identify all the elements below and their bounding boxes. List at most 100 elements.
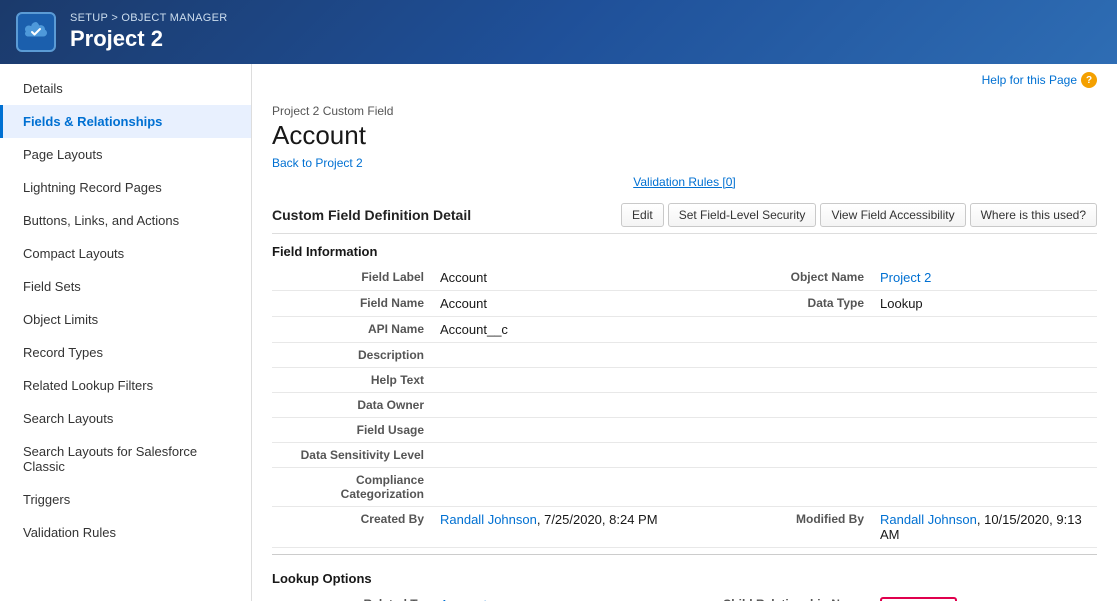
field-value-cell (872, 368, 1097, 393)
field-value-cell: Account (432, 592, 712, 601)
app-header: SETUP > OBJECT MANAGER Project 2 (0, 0, 1117, 64)
sidebar-item-label: Field Sets (23, 279, 81, 294)
validation-rules-row: Validation Rules [0] (272, 170, 1097, 197)
field-value-cell: Account__c (432, 317, 712, 343)
set-security-button[interactable]: Set Field-Level Security (668, 203, 817, 227)
edit-button[interactable]: Edit (621, 203, 664, 227)
sidebar-item-triggers[interactable]: Triggers (0, 483, 251, 516)
sidebar-item-label: Page Layouts (23, 147, 103, 162)
field-label-cell (712, 317, 872, 343)
content-inner: Project 2 Custom Field Account Back to P… (252, 92, 1117, 601)
where-used-button[interactable]: Where is this used? (970, 203, 1097, 227)
sidebar-item-label: Lightning Record Pages (23, 180, 162, 195)
field-value-cell (872, 468, 1097, 507)
sidebar-item-page-layouts[interactable]: Page Layouts (0, 138, 251, 171)
table-row: Field Name Account Data Type Lookup (272, 291, 1097, 317)
field-value-cell: Project 2 (872, 265, 1097, 291)
field-value-cell: Projects_1 (872, 592, 1097, 601)
field-value-cell (872, 393, 1097, 418)
field-label-cell: Compliance Categorization (272, 468, 432, 507)
field-value-cell: Account (432, 265, 712, 291)
field-label-cell (712, 393, 872, 418)
field-value-cell (432, 343, 712, 368)
app-title: Project 2 (70, 26, 227, 52)
field-value-cell: Lookup (872, 291, 1097, 317)
sidebar-item-label: Validation Rules (23, 525, 116, 540)
table-row: Data Sensitivity Level (272, 443, 1097, 468)
header-text-block: SETUP > OBJECT MANAGER Project 2 (70, 12, 227, 52)
field-label-cell: Child Relationship Name (712, 592, 872, 601)
sidebar-item-label: Fields & Relationships (23, 114, 162, 129)
sidebar-item-fields-relationships[interactable]: Fields & Relationships (0, 105, 251, 138)
table-row: Related To Account Child Relationship Na… (272, 592, 1097, 601)
sidebar-item-label: Details (23, 81, 63, 96)
table-row: Description (272, 343, 1097, 368)
sidebar-item-details[interactable]: Details (0, 72, 251, 105)
app-logo (16, 12, 56, 52)
field-value-cell (432, 443, 712, 468)
sidebar-item-related-lookup-filters[interactable]: Related Lookup Filters (0, 369, 251, 402)
sidebar-item-validation-rules[interactable]: Validation Rules (0, 516, 251, 549)
sidebar-item-search-layouts[interactable]: Search Layouts (0, 402, 251, 435)
sidebar-item-lightning-record-pages[interactable]: Lightning Record Pages (0, 171, 251, 204)
sidebar-item-label: Object Limits (23, 312, 98, 327)
field-value-cell (432, 393, 712, 418)
field-information-table: Field Label Account Object Name Project … (272, 265, 1097, 548)
modified-by-link[interactable]: Randall Johnson (880, 512, 977, 527)
table-row: API Name Account__c (272, 317, 1097, 343)
field-information-title: Field Information (272, 234, 1097, 265)
lookup-options-title: Lookup Options (272, 561, 1097, 592)
main-layout: Details Fields & Relationships Page Layo… (0, 64, 1117, 601)
page-subtitle: Project 2 Custom Field (272, 104, 1097, 118)
field-label-cell: Data Sensitivity Level (272, 443, 432, 468)
field-value-cell (872, 317, 1097, 343)
field-value-cell (872, 418, 1097, 443)
field-label-cell: Help Text (272, 368, 432, 393)
section-header-title: Custom Field Definition Detail (272, 207, 471, 223)
sidebar-item-label: Compact Layouts (23, 246, 124, 261)
field-label-cell (712, 443, 872, 468)
related-to-link[interactable]: Account (440, 597, 487, 601)
field-label-cell (712, 418, 872, 443)
validation-rules-link[interactable]: Validation Rules [0] (633, 175, 736, 189)
field-label-cell: Field Usage (272, 418, 432, 443)
sidebar-item-record-types[interactable]: Record Types (0, 336, 251, 369)
field-label-cell: Description (272, 343, 432, 368)
field-label-cell: Modified By (712, 507, 872, 548)
sidebar-item-label: Related Lookup Filters (23, 378, 153, 393)
sidebar-item-label: Buttons, Links, and Actions (23, 213, 179, 228)
view-accessibility-button[interactable]: View Field Accessibility (820, 203, 965, 227)
field-label-cell: Created By (272, 507, 432, 548)
field-value-cell (872, 443, 1097, 468)
table-row: Data Owner (272, 393, 1097, 418)
field-label-cell: Object Name (712, 265, 872, 291)
sidebar-item-label: Record Types (23, 345, 103, 360)
field-value-cell (872, 343, 1097, 368)
sidebar-item-label: Search Layouts for Salesforce Classic (23, 444, 231, 474)
content-area: Help for this Page ? Project 2 Custom Fi… (252, 64, 1117, 601)
sidebar-item-object-limits[interactable]: Object Limits (0, 303, 251, 336)
object-name-link[interactable]: Project 2 (880, 270, 931, 285)
field-label-cell: Field Name (272, 291, 432, 317)
field-label-cell: Data Owner (272, 393, 432, 418)
sidebar-item-compact-layouts[interactable]: Compact Layouts (0, 237, 251, 270)
sidebar-item-search-layouts-classic[interactable]: Search Layouts for Salesforce Classic (0, 435, 251, 483)
table-row: Compliance Categorization (272, 468, 1097, 507)
help-link[interactable]: Help for this Page (982, 73, 1077, 87)
help-icon[interactable]: ? (1081, 72, 1097, 88)
table-row: Field Usage (272, 418, 1097, 443)
lookup-options-table: Related To Account Child Relationship Na… (272, 592, 1097, 601)
help-row: Help for this Page ? (252, 64, 1117, 92)
section-header-bar: Custom Field Definition Detail Edit Set … (272, 197, 1097, 234)
field-value-cell: Randall Johnson, 7/25/2020, 8:24 PM (432, 507, 712, 548)
button-group: Edit Set Field-Level Security View Field… (621, 203, 1097, 227)
sidebar-item-buttons-links-actions[interactable]: Buttons, Links, and Actions (0, 204, 251, 237)
back-link[interactable]: Back to Project 2 (272, 156, 363, 170)
child-relationship-highlight: Projects_1 (880, 597, 957, 601)
field-value-cell (432, 468, 712, 507)
created-by-link[interactable]: Randall Johnson (440, 512, 537, 527)
sidebar-item-field-sets[interactable]: Field Sets (0, 270, 251, 303)
field-value-cell (432, 368, 712, 393)
field-label-cell (712, 343, 872, 368)
page-title: Account (272, 120, 1097, 151)
